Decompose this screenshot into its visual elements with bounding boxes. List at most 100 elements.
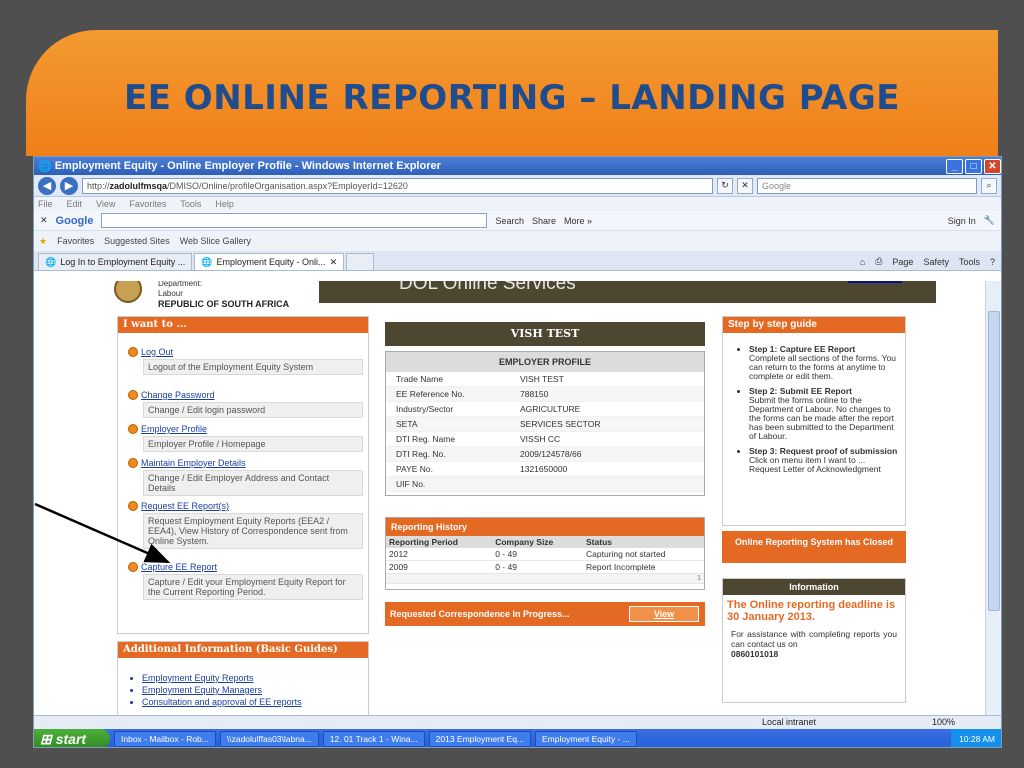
iwant-item-change-password: Change Password Change / Edit login pass… [128,390,363,418]
employer-name-banner: VISH TEST [385,322,705,346]
close-toolbar-icon[interactable]: ✕ [40,215,48,226]
employer-profile-link[interactable]: Employer Profile [128,424,363,434]
slide-title: EE ONLINE REPORTING – LANDING PAGE [124,78,900,118]
request-report-link[interactable]: Request EE Report(s) [128,501,363,511]
zoom-level[interactable]: 100% [932,717,955,727]
windows-flag-icon: ⊞ [40,730,52,747]
taskbar-item[interactable]: \\zadolulffas03\labna... [219,731,319,747]
request-report-label: Request EE Report(s) [141,501,230,511]
google-signin-button[interactable]: Sign In [948,216,976,226]
vertical-scrollbar[interactable] [985,281,1001,715]
table-row[interactable]: 2009 0 - 49 Report Incomplete [386,560,704,574]
print-icon[interactable]: ⎙ [875,256,882,267]
assist-phone: 0860101018 [731,649,779,659]
pager-row: 1 [386,573,704,584]
view-correspondence-button[interactable]: View [629,606,699,622]
bullet-icon [128,501,138,511]
step-text: Click on menu item I want to ... Request… [749,455,881,474]
profile-row: PAYE No. 1321650000 [386,462,704,477]
zone-label: Local intranet [762,717,817,727]
start-button[interactable]: ⊞ start [34,729,110,747]
new-tab-button[interactable] [346,253,375,270]
profile-value: VISSH CC [520,434,561,444]
stop-icon[interactable]: ✕ [737,177,753,194]
table-row[interactable]: 2012 0 - 49 Capturing not started [386,548,704,561]
profile-key: Trade Name [396,374,443,384]
dol-services-banner: DOL Online Services [319,281,936,303]
forward-button[interactable]: ▶ [60,176,78,195]
web-slice-link[interactable]: Web Slice Gallery [180,236,251,246]
guide-link-ee-reports[interactable]: Employment Equity Reports [142,672,368,684]
taskbar-item[interactable]: Employment Equity - ... [535,731,637,747]
taskbar-item[interactable]: 12. 01 Track 1 - Wina... [322,731,425,747]
clock[interactable]: 10:28 AM [959,734,995,744]
page-number[interactable]: 1 [386,573,704,584]
service-title: DOL Online Services [399,281,576,294]
menu-view[interactable]: View [96,199,115,209]
minimize-button[interactable]: _ [946,158,963,174]
taskbar-item[interactable]: 2013 Employment Eq... [428,731,532,747]
suggested-sites-link[interactable]: Suggested Sites [104,236,170,246]
taskbar: ⊞ start Inbox - Mailbox - Rob... \\zadolu… [34,729,1001,747]
help-icon[interactable]: ? [990,257,995,267]
ie-icon: 🌐 [38,160,52,173]
logout-link[interactable]: Log Out [128,347,363,357]
additional-info-panel: Additional Information (Basic Guides) Em… [117,641,369,715]
page-menu[interactable]: Page [892,257,913,267]
requested-correspondence-bar: Requested Correspondence In Progress... … [385,602,705,626]
menu-favorites[interactable]: Favorites [129,199,166,209]
capture-report-link[interactable]: Capture EE Report [128,562,363,572]
google-share-button[interactable]: Share [532,216,556,226]
start-label: start [55,731,87,747]
bullet-icon [128,458,138,468]
favorites-button[interactable]: Favorites [57,236,94,246]
menu-edit[interactable]: Edit [67,199,83,209]
maintain-details-link[interactable]: Maintain Employer Details [128,458,363,468]
menu-help[interactable]: Help [215,199,234,209]
search-input[interactable]: Google [757,177,977,194]
address-host: zadolulfmsqa [109,180,168,191]
capture-report-desc: Capture / Edit your Employment Equity Re… [143,574,363,600]
scroll-thumb[interactable] [988,311,1000,611]
tools-menu[interactable]: Tools [959,257,980,267]
table-cell: 0 - 49 [492,560,584,574]
request-report-desc: Request Employment Equity Reports (EEA2 … [143,513,363,549]
google-search-button[interactable]: Search [495,216,524,226]
change-password-link[interactable]: Change Password [128,390,363,400]
command-bar: ⌂ ⎙ Page Safety Tools ? [860,253,1001,270]
tab-login-label: Log In to Employment Equity ... [60,257,186,267]
profile-key: DTI Reg. Name [396,434,456,444]
tab-employment-equity[interactable]: 🌐 Employment Equity - Onli... ✕ [194,253,345,270]
close-button[interactable]: ✕ [984,158,1001,174]
column-header: Status [583,536,704,548]
safety-menu[interactable]: Safety [923,257,949,267]
back-button[interactable]: ◀ [38,176,56,195]
employer-profile-table: EMPLOYER PROFILE Trade Name VISH TEST EE … [385,351,705,496]
table-cell: 0 - 49 [492,548,584,561]
logout-link-label: Log Out [141,347,174,357]
system-tray: 10:28 AM [951,729,1001,747]
tab-close-icon[interactable]: ✕ [330,257,338,268]
home-icon[interactable]: ⌂ [860,257,865,267]
menu-tools[interactable]: Tools [180,199,201,209]
menu-file[interactable]: File [38,199,53,209]
google-search-input[interactable] [101,213,488,228]
refresh-icon[interactable]: ↻ [717,177,733,194]
address-bar[interactable]: http://zadolulfmsqa/DMISO/Online/profile… [82,177,713,194]
tab-login[interactable]: 🌐 Log In to Employment Equity ... [38,253,193,270]
step-guide-panel: Step by step guide Step 1: Capture EE Re… [722,316,906,526]
iwant-item-logout: Log Out Logout of the Employment Equity … [128,347,363,375]
search-icon[interactable]: ⌕ [981,177,997,194]
taskbar-item[interactable]: Inbox - Mailbox - Rob... [114,731,216,747]
logout-desc: Logout of the Employment Equity System [143,359,363,375]
profile-value: 788150 [520,389,549,399]
title-banner: EE ONLINE REPORTING – LANDING PAGE [26,30,998,156]
maximize-button[interactable]: □ [965,158,982,174]
guide-link-consultation[interactable]: Consultation and approval of EE reports [142,696,368,708]
profile-row: Industry/Sector AGRICULTURE [386,402,704,417]
google-more-button[interactable]: More » [564,216,592,226]
step-item: Step 2: Submit EE ReportSubmit the forms… [749,387,899,441]
guide-link-ee-managers[interactable]: Employment Equity Managers [142,684,368,696]
wrench-icon[interactable]: 🔧 [984,215,995,226]
bullet-icon [128,347,138,357]
